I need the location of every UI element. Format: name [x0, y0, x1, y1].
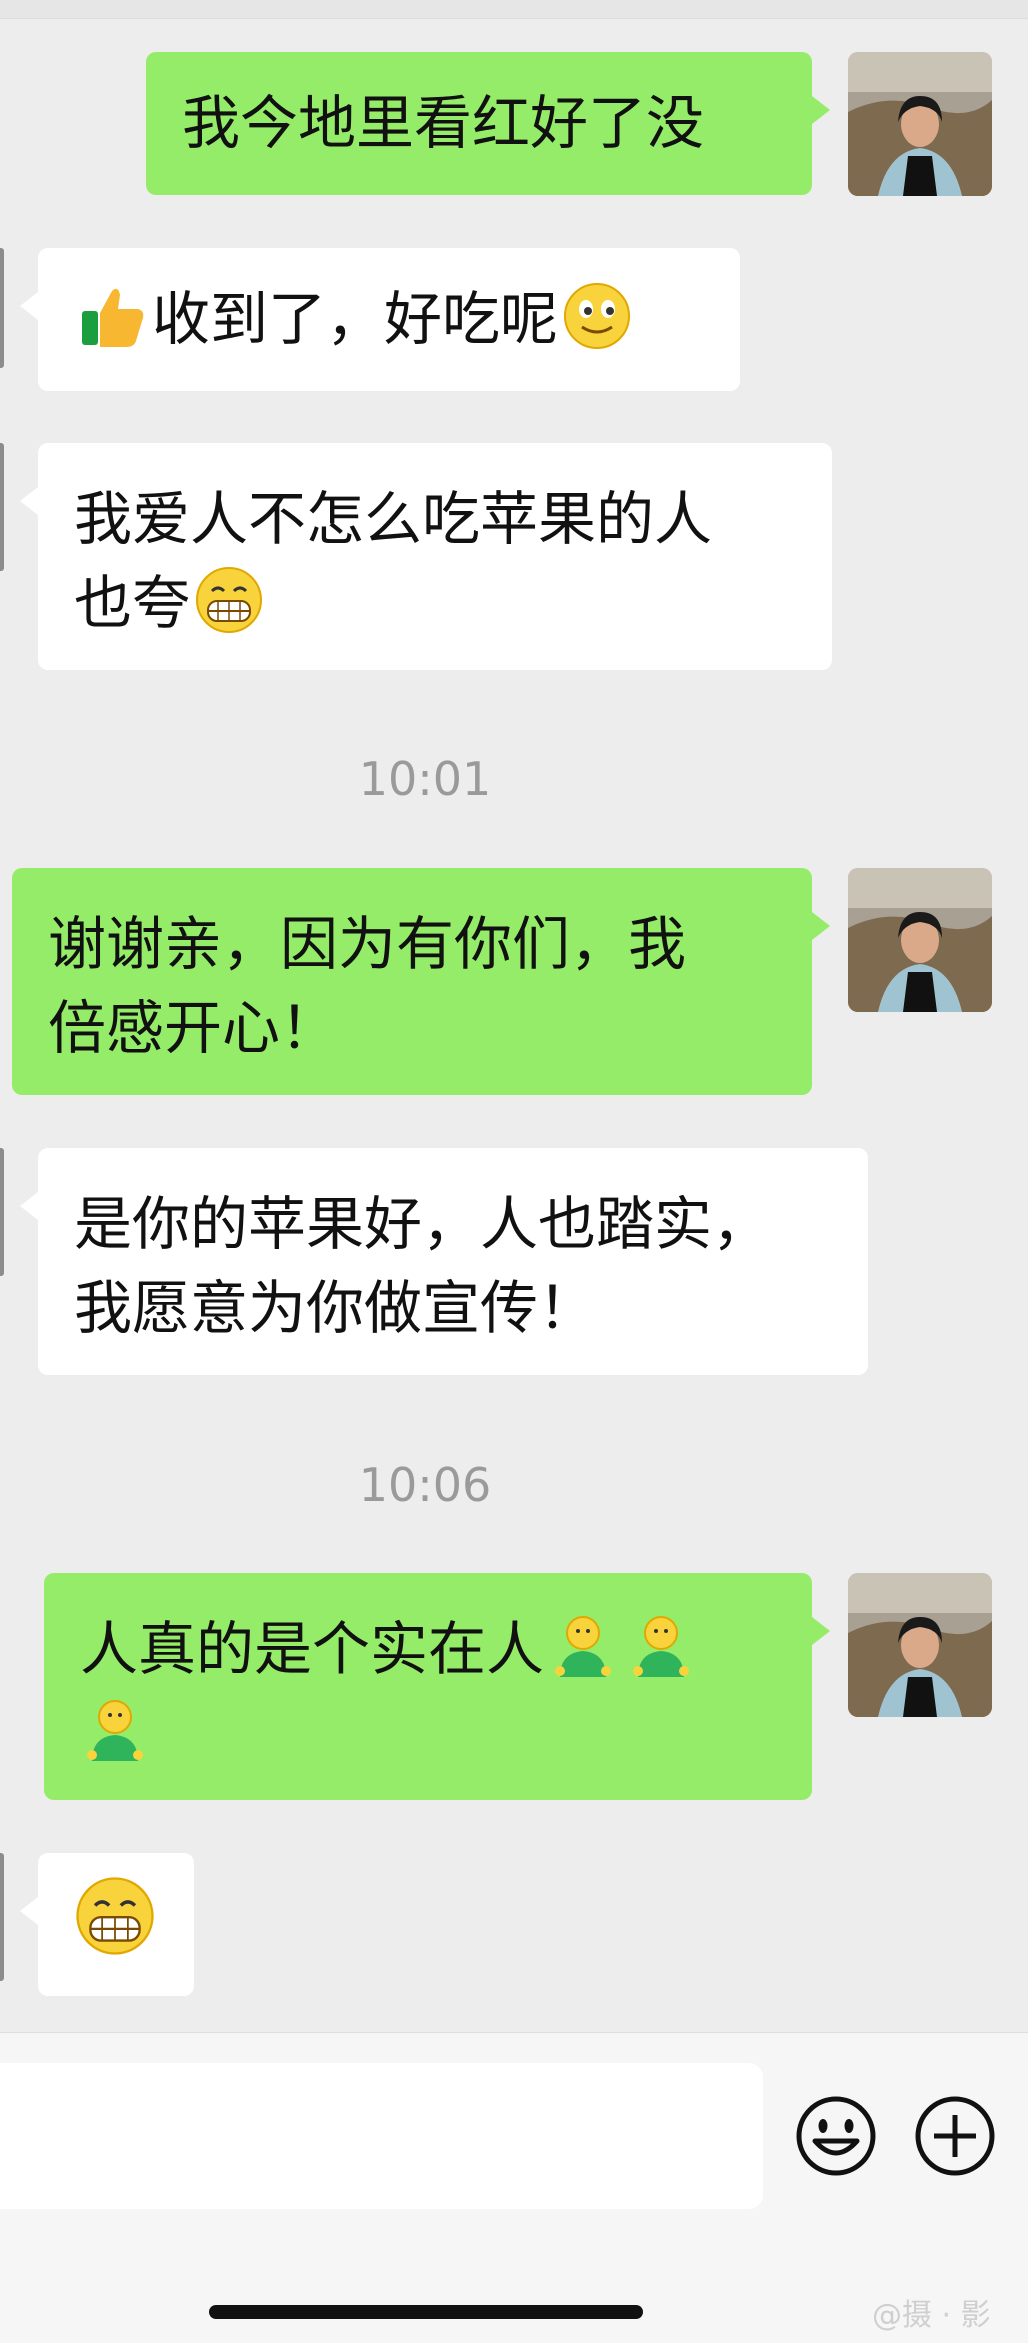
message-text: 人真的是个实在人	[80, 1615, 545, 1683]
message-text-row: 收到了，好吃呢	[74, 277, 704, 361]
message-text: 我愿意为你做宣传！	[74, 1274, 597, 1342]
message-text: 我爱人不怎么吃苹果的人	[74, 485, 713, 553]
person-icon	[555, 1616, 612, 1677]
grinning-face-icon	[196, 567, 263, 633]
person-icon	[87, 1700, 143, 1761]
bubble-tail	[20, 1192, 38, 1220]
bubble-tail	[812, 96, 830, 124]
avatar-me[interactable]	[848, 52, 992, 196]
plus-icon	[915, 2096, 995, 2176]
smiling-face-icon	[564, 283, 631, 349]
message-bubble-received[interactable]: 我爱人不怎么吃苹果的人 也夸	[38, 443, 832, 670]
avatar-other-edge[interactable]	[0, 1148, 4, 1276]
bubble-tail	[20, 487, 38, 515]
bubble-tail	[20, 292, 38, 320]
watermark: @摄 · 影	[872, 2298, 991, 2333]
top-divider	[0, 0, 1028, 19]
message-bubble-received[interactable]: 收到了，好吃呢	[38, 248, 740, 391]
message-input[interactable]	[0, 2063, 763, 2209]
person-icon	[633, 1616, 690, 1677]
avatar-photo-icon	[848, 52, 992, 196]
avatar-other-edge[interactable]	[0, 443, 4, 571]
message-bubble-sent[interactable]: 我今地里看红好了没	[146, 52, 812, 195]
timestamp: 10:06	[358, 1458, 492, 1512]
message-text-row: 也夸	[74, 561, 796, 645]
home-indicator	[209, 2305, 643, 2319]
emoji-button[interactable]	[795, 2095, 877, 2181]
message-text: 我今地里看红好了没	[182, 89, 705, 157]
message-bubble-received[interactable]	[38, 1853, 194, 1996]
message-bubble-received[interactable]: 是你的苹果好，人也踏实， 我愿意为你做宣传！	[38, 1148, 868, 1375]
bubble-tail	[812, 912, 830, 940]
avatar-other-edge[interactable]	[0, 248, 4, 368]
bubble-tail	[812, 1617, 830, 1645]
avatar-me[interactable]	[848, 868, 992, 1012]
message-text: 也夸	[74, 569, 191, 637]
avatar-photo-icon	[848, 1573, 992, 1717]
message-text: 收到了，好吃呢	[152, 285, 559, 353]
emoji-smile-icon	[796, 2096, 876, 2176]
message-bubble-sent[interactable]: 人真的是个实在人	[44, 1573, 812, 1800]
more-button[interactable]	[914, 2095, 996, 2181]
timestamp: 10:01	[358, 752, 492, 806]
message-text: 是你的苹果好，人也踏实，	[74, 1190, 771, 1258]
message-text-row	[80, 1691, 776, 1775]
bubble-tail	[20, 1897, 38, 1925]
message-text: 谢谢亲，因为有你们，我	[48, 910, 687, 978]
avatar-me[interactable]	[848, 1573, 992, 1717]
message-text-row: 人真的是个实在人	[80, 1607, 776, 1691]
message-text: 倍感开心！	[48, 994, 339, 1062]
grinning-face-icon	[76, 1877, 154, 1955]
avatar-photo-icon	[848, 868, 992, 1012]
message-bubble-sent[interactable]: 谢谢亲，因为有你们，我 倍感开心！	[12, 868, 812, 1095]
thumbs-up-icon	[82, 288, 144, 347]
avatar-other-edge[interactable]	[0, 1853, 4, 1981]
